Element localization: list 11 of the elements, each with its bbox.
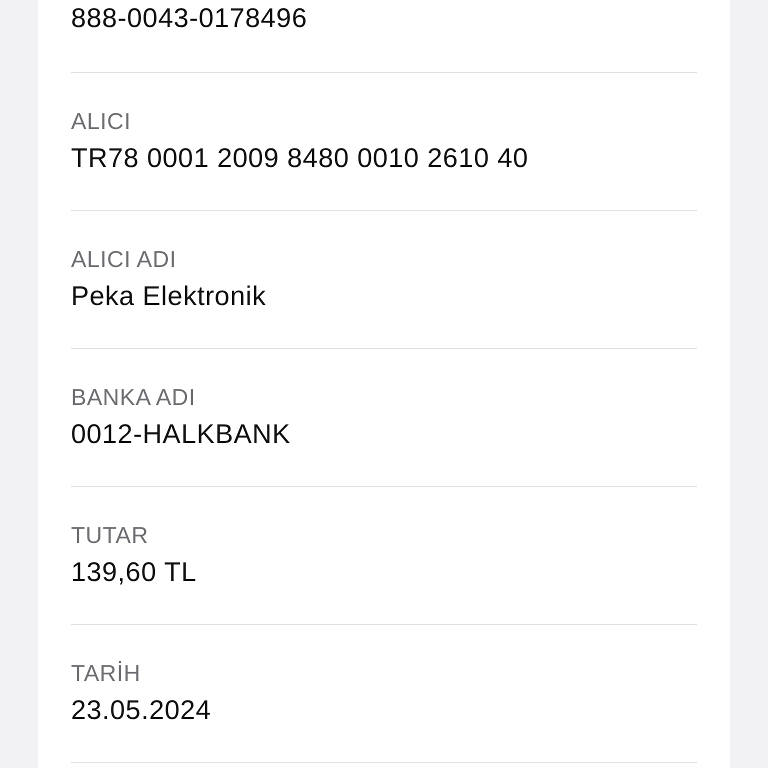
field-value: Peka Elektronik (71, 280, 266, 313)
field-label: ALICI (71, 107, 132, 135)
field-label: ALICI ADI (71, 245, 176, 273)
field-value: 888-0043-0178496 (71, 2, 308, 35)
field-value: 0012-HALKBANK (71, 418, 291, 451)
field-value: TR78 0001 2009 8480 0010 2610 40 (71, 142, 528, 175)
field-value: 139,60 TL (71, 556, 197, 589)
field-label: TARİH (71, 659, 141, 687)
field-label: BANKA ADI (71, 383, 196, 411)
field-label: TUTAR (71, 521, 148, 549)
field-value: 23.05.2024 (71, 694, 212, 727)
